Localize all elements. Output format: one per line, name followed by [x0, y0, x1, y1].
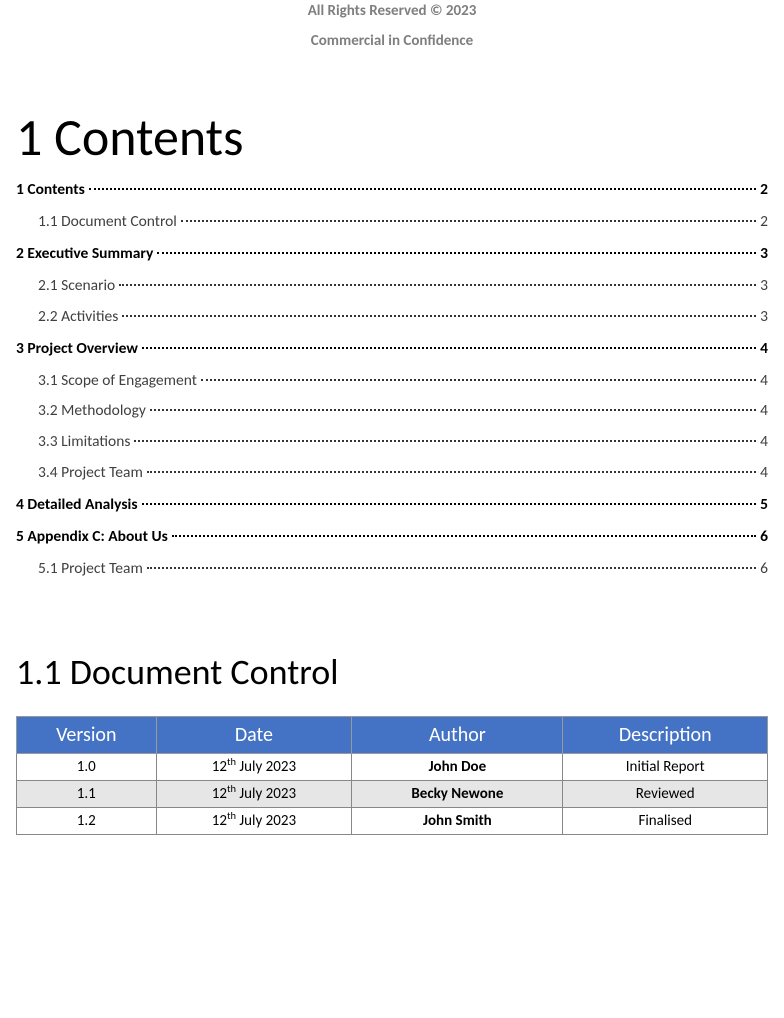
toc-leader [142, 347, 756, 349]
section-heading-document-control: 1.1 Document Control [16, 650, 768, 694]
table-header-row: Version Date Author Description [17, 716, 768, 753]
cell-description: Initial Report [563, 753, 768, 780]
toc-label: 2.1 Scenario [38, 276, 115, 297]
toc-entry[interactable]: 3.4 Project Team 4 [38, 463, 768, 484]
cell-author: Becky Newone [352, 780, 563, 807]
toc-entry[interactable]: 1 Contents 2 [16, 180, 768, 201]
page-header: All Rights Reserved © 2023 Commercial in… [16, 0, 768, 51]
table-row: 1.212th July 2023John SmithFinalised [17, 807, 768, 834]
toc-entry[interactable]: 5.1 Project Team 6 [38, 559, 768, 580]
toc-leader [157, 252, 756, 254]
toc-page-number: 4 [760, 432, 768, 453]
toc-label: 1 Contents [16, 180, 85, 201]
toc-entry[interactable]: 3.3 Limitations 4 [38, 432, 768, 453]
toc-entry[interactable]: 5 Appendix C: About Us 6 [16, 527, 768, 548]
page-title: 1 Contents [16, 105, 768, 169]
toc-page-number: 3 [760, 244, 768, 265]
col-author: Author [352, 716, 563, 753]
cell-date: 12th July 2023 [156, 753, 352, 780]
table-row: 1.012th July 2023John DoeInitial Report [17, 753, 768, 780]
toc-entry[interactable]: 1.1 Document Control 2 [38, 212, 768, 233]
toc-entry[interactable]: 4 Detailed Analysis 5 [16, 495, 768, 516]
col-description: Description [563, 716, 768, 753]
toc-label: 4 Detailed Analysis [16, 495, 138, 516]
toc-page-number: 2 [760, 180, 768, 201]
toc-entry[interactable]: 3.2 Methodology 4 [38, 401, 768, 422]
toc-page-number: 4 [760, 339, 768, 360]
cell-date: 12th July 2023 [156, 807, 352, 834]
toc-label: 5.1 Project Team [38, 559, 143, 580]
document-control-table: Version Date Author Description 1.012th … [16, 716, 768, 835]
cell-description: Reviewed [563, 780, 768, 807]
toc-entry[interactable]: 2.1 Scenario 3 [38, 276, 768, 297]
toc-label: 3.1 Scope of Engagement [38, 371, 197, 392]
toc-label: 3 Project Overview [16, 339, 138, 360]
toc-leader [172, 535, 756, 537]
toc-page-number: 2 [760, 212, 768, 233]
toc-page-number: 6 [760, 559, 768, 580]
toc-leader [142, 503, 757, 505]
toc-leader [147, 471, 756, 473]
toc-page-number: 4 [760, 463, 768, 484]
toc-page-number: 4 [760, 401, 768, 422]
toc-label: 1.1 Document Control [38, 212, 177, 233]
toc-leader [201, 379, 756, 381]
header-confidentiality: Commercial in Confidence [16, 32, 768, 52]
toc-leader [181, 220, 756, 222]
toc-leader [150, 409, 756, 411]
cell-version: 1.1 [17, 780, 157, 807]
toc-label: 3.4 Project Team [38, 463, 143, 484]
cell-date: 12th July 2023 [156, 780, 352, 807]
toc-leader [122, 315, 756, 317]
cell-description: Finalised [563, 807, 768, 834]
col-version: Version [17, 716, 157, 753]
toc-page-number: 3 [760, 276, 768, 297]
table-of-contents: 1 Contents 2 1.1 Document Control 2 2 Execut… [16, 180, 768, 580]
toc-page-number: 6 [760, 527, 768, 548]
toc-entry[interactable]: 2 Executive Summary 3 [16, 244, 768, 265]
toc-page-number: 5 [760, 495, 768, 516]
header-copyright: All Rights Reserved © 2023 [16, 2, 768, 22]
toc-leader [147, 567, 756, 569]
toc-label: 3.3 Limitations [38, 432, 130, 453]
toc-page-number: 4 [760, 371, 768, 392]
toc-leader [134, 440, 756, 442]
table-row: 1.112th July 2023Becky NewoneReviewed [17, 780, 768, 807]
toc-label: 2 Executive Summary [16, 244, 153, 265]
cell-author: John Doe [352, 753, 563, 780]
toc-label: 5 Appendix C: About Us [16, 527, 168, 548]
toc-entry[interactable]: 2.2 Activities 3 [38, 307, 768, 328]
toc-label: 2.2 Activities [38, 307, 118, 328]
toc-leader [119, 284, 756, 286]
toc-leader [89, 188, 756, 190]
toc-entry[interactable]: 3 Project Overview 4 [16, 339, 768, 360]
toc-label: 3.2 Methodology [38, 401, 146, 422]
cell-author: John Smith [352, 807, 563, 834]
col-date: Date [156, 716, 352, 753]
cell-version: 1.2 [17, 807, 157, 834]
cell-version: 1.0 [17, 753, 157, 780]
toc-page-number: 3 [760, 307, 768, 328]
toc-entry[interactable]: 3.1 Scope of Engagement 4 [38, 371, 768, 392]
